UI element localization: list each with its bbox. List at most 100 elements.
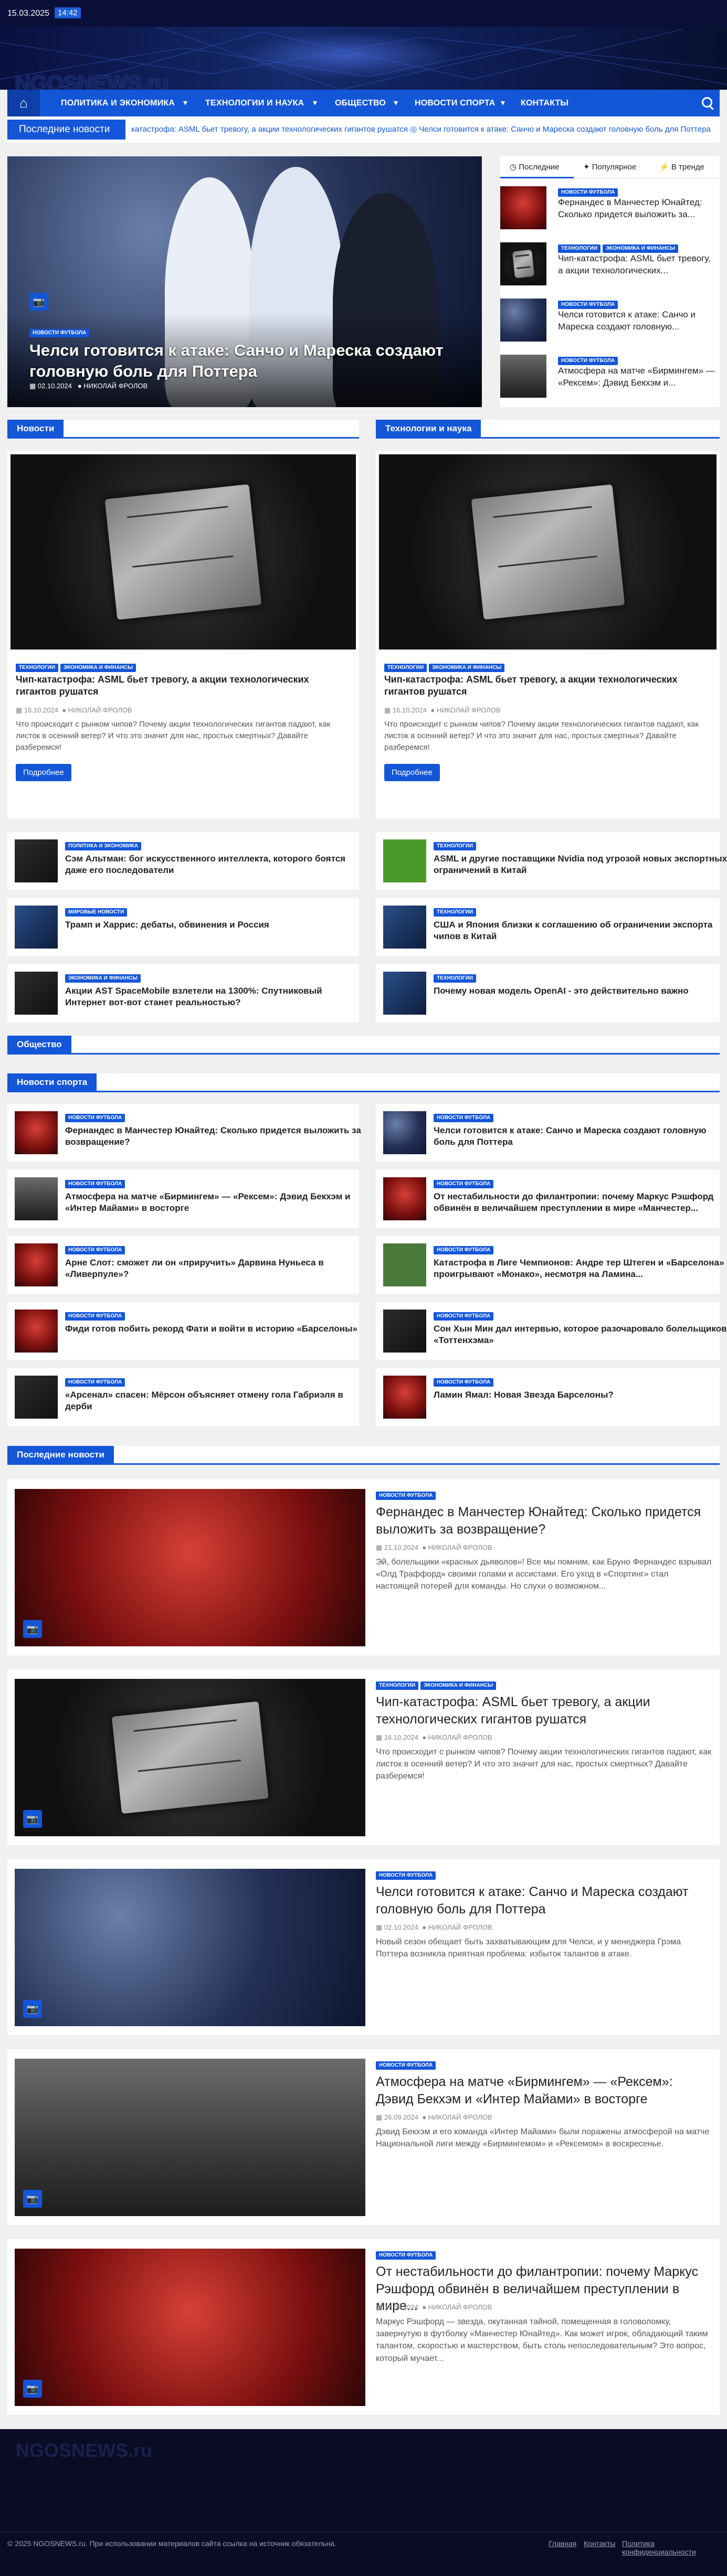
ticker-text[interactable]: катастрофа: ASML бьет тревогу, а акции т… (131, 124, 711, 134)
list-item[interactable]: МИРОВЫЕ НОВОСТИ Трамп и Харрис: дебаты, о… (7, 898, 359, 956)
nav-sport[interactable]: НОВОСТИ СПОРТА (415, 90, 496, 116)
list-item[interactable]: НОВОСТИ ФУТБОЛА Фиди готов побить рекорд … (7, 1302, 359, 1360)
latest-post[interactable]: 📷 НОВОСТИ ФУТБОЛА Атмосфера на матче «Би… (7, 2049, 720, 2225)
post-title[interactable]: США и Япония близки к соглашению об огра… (434, 919, 727, 942)
post-title[interactable]: Атмосфера на матче «Бирмингем» — «Рексем… (558, 365, 715, 389)
category-badge[interactable]: НОВОСТИ ФУТБОЛА (376, 1492, 436, 1500)
post-title[interactable]: Чип-катастрофа: ASML бьет тревогу, а акц… (558, 253, 715, 277)
category-badge[interactable]: МИРОВЫЕ НОВОСТИ (65, 908, 128, 917)
nav-tech[interactable]: ТЕХНОЛОГИИ И НАУКА (205, 90, 304, 116)
read-more-button[interactable]: Подробнее (384, 764, 440, 781)
category-badge[interactable]: НОВОСТИ ФУТБОЛА (434, 1312, 494, 1321)
post-author[interactable]: НИКОЛАЙ ФРОЛОВ (437, 706, 501, 714)
section-title[interactable]: Последние новости (7, 1446, 114, 1463)
nav-politics[interactable]: ПОЛИТИКА И ЭКОНОМИКА (61, 90, 175, 116)
card-title[interactable]: Чип-катастрофа: ASML бьет тревогу, а акц… (16, 674, 352, 698)
post-title[interactable]: Атмосфера на матче «Бирмингем» — «Рексем… (65, 1191, 362, 1214)
list-item[interactable]: ЭКОНОМИКА И ФИНАНСЫ Акции AST SpaceMobile… (7, 964, 359, 1022)
category-badge[interactable]: НОВОСТИ ФУТБОЛА (376, 1871, 436, 1880)
post-author[interactable]: НИКОЛАЙ ФРОЛОВ (428, 2113, 492, 2121)
tab-list-item[interactable]: НОВОСТИ ФУТБОЛА Челси готовится к атаке:… (500, 292, 720, 345)
category-badge[interactable]: НОВОСТИ ФУТБОЛА (434, 1378, 494, 1387)
category-badge[interactable]: НОВОСТИ ФУТБОЛА (434, 1114, 494, 1122)
post-title[interactable]: Атмосфера на матче «Бирмингем» — «Рексем… (376, 2073, 712, 2107)
site-logo[interactable]: NGOSNEWS.ru (15, 71, 168, 90)
post-author[interactable]: НИКОЛАЙ ФРОЛОВ (428, 2303, 492, 2311)
list-item[interactable]: НОВОСТИ ФУТБОЛА Атмосфера на матче «Бирми… (7, 1170, 359, 1228)
list-item[interactable]: НОВОСТИ ФУТБОЛА Арне Слот: сможет ли он «… (7, 1236, 359, 1294)
post-title[interactable]: Челси готовится к атаке: Санчо и Мареска… (434, 1125, 727, 1148)
category-badge[interactable]: ЭКОНОМИКА И ФИНАНСЫ (603, 244, 679, 253)
list-item[interactable]: НОВОСТИ ФУТБОЛА Ламин Ямал: Новая Звезда … (376, 1368, 720, 1426)
category-badge[interactable]: НОВОСТИ ФУТБОЛА (65, 1378, 125, 1387)
post-title[interactable]: Чип-катастрофа: ASML бьет тревогу, а акц… (376, 1694, 712, 1728)
card-title[interactable]: Чип-катастрофа: ASML бьет тревогу, а акц… (384, 674, 720, 698)
latest-post[interactable]: 📷 НОВОСТИ ФУТБОЛА Челси готовится к атак… (7, 1859, 720, 2035)
featured-card[interactable]: ТЕХНОЛОГИИ ЭКОНОМИКА И ФИНАНСЫ Чип-катаст… (376, 451, 720, 818)
category-badge[interactable]: НОВОСТИ ФУТБОЛА (376, 2061, 436, 2070)
post-title[interactable]: «Арсенал» спасен: Мёрсон объясняет отмен… (65, 1389, 362, 1412)
list-item[interactable]: НОВОСТИ ФУТБОЛА «Арсенал» спасен: Мёрсон … (7, 1368, 359, 1426)
hero-title[interactable]: Челси готовится к атаке: Санчо и Мареска… (29, 340, 449, 382)
category-badge[interactable]: ТЕХНОЛОГИИ (434, 842, 477, 850)
list-item[interactable]: ТЕХНОЛОГИИ ASML и другие поставщики Nvidi… (376, 832, 727, 890)
post-author[interactable]: НИКОЛАЙ ФРОЛОВ (83, 382, 147, 390)
nav-contacts[interactable]: КОНТАКТЫ (521, 90, 568, 116)
category-badge[interactable]: НОВОСТИ ФУТБОЛА (65, 1246, 125, 1254)
post-title[interactable]: Сон Хын Мин дал интервью, которое разоча… (434, 1323, 727, 1346)
category-badge[interactable]: НОВОСТИ ФУТБОЛА (376, 2251, 436, 2260)
latest-post[interactable]: 📷 НОВОСТИ ФУТБОЛА Фернандес в Манчестер … (7, 1479, 720, 1655)
home-icon[interactable]: ⌂ (7, 90, 40, 116)
post-title[interactable]: Катастрофа в Лиге Чемпионов: Андре тер Ш… (434, 1257, 727, 1280)
section-title[interactable]: Общество (7, 1036, 71, 1053)
footer-logo[interactable]: NGOSNEWS.ru (16, 2440, 152, 2462)
latest-post[interactable]: 📷 ТЕХНОЛОГИИ ЭКОНОМИКА И ФИНАНСЫ Чип-ката… (7, 1669, 720, 1845)
category-badge[interactable]: ЭКОНОМИКА И ФИНАНСЫ (429, 664, 505, 672)
post-title[interactable]: Арне Слот: сможет ли он «приручить» Дарв… (65, 1257, 362, 1280)
post-title[interactable]: От нестабильности до филантропии: почему… (434, 1191, 727, 1214)
tab-list-item[interactable]: НОВОСТИ ФУТБОЛА Фернандес в Манчестер Юн… (500, 180, 720, 232)
category-badge[interactable]: ТЕХНОЛОГИИ (384, 664, 427, 672)
post-title[interactable]: Почему новая модель OpenAI - это действи… (434, 985, 727, 997)
post-author[interactable]: НИКОЛАЙ ФРОЛОВ (428, 1733, 492, 1741)
footer-link-privacy[interactable]: Политика конфиденциальности (622, 2539, 727, 2556)
post-title[interactable]: Челси готовится к атаке: Санчо и Мареска… (558, 309, 715, 333)
list-item[interactable]: НОВОСТИ ФУТБОЛА Сон Хын Мин дал интервью,… (376, 1302, 726, 1360)
post-title[interactable]: Фернандес в Манчестер Юнайтед: Сколько п… (558, 197, 715, 221)
tab-trending[interactable]: ⚡ В тренде (650, 156, 720, 178)
footer-link-home[interactable]: Главная (549, 2539, 576, 2548)
category-badge[interactable]: НОВОСТИ ФУТБОЛА (434, 1246, 494, 1254)
read-more-button[interactable]: Подробнее (16, 764, 71, 781)
nav-society[interactable]: ОБЩЕСТВО (335, 90, 386, 116)
list-item[interactable]: ТЕХНОЛОГИИ Почему новая модель OpenAI - э… (376, 964, 720, 1022)
post-title[interactable]: Ламин Ямал: Новая Звезда Барселоны? (434, 1389, 727, 1401)
list-item[interactable]: ТЕХНОЛОГИИ США и Япония близки к соглашен… (376, 898, 720, 956)
category-badge[interactable]: ТЕХНОЛОГИИ (558, 244, 601, 253)
post-title[interactable]: Фернандес в Манчестер Юнайтед: Сколько п… (376, 1504, 712, 1538)
post-title[interactable]: Челси готовится к атаке: Санчо и Мареска… (376, 1883, 712, 1918)
post-author[interactable]: НИКОЛАЙ ФРОЛОВ (68, 706, 132, 714)
list-item[interactable]: НОВОСТИ ФУТБОЛА Катастрофа в Лиге Чемпион… (376, 1236, 724, 1294)
list-item[interactable]: НОВОСТИ ФУТБОЛА От нестабильности до фила… (376, 1170, 720, 1228)
hero-post[interactable]: 📷 НОВОСТИ ФУТБОЛА Челси готовится к атак… (7, 156, 482, 407)
category-badge[interactable]: ТЕХНОЛОГИИ (434, 908, 477, 917)
tab-list-item[interactable]: ТЕХНОЛОГИИ ЭКОНОМИКА И ФИНАНСЫ Чип-катаст… (500, 236, 720, 289)
post-title[interactable]: Сэм Альтман: бог искусственного интеллек… (65, 853, 362, 876)
category-badge[interactable]: НОВОСТИ ФУТБОЛА (558, 301, 618, 309)
footer-link-contacts[interactable]: Контакты (584, 2539, 615, 2548)
section-title[interactable]: Новости спорта (7, 1073, 97, 1091)
category-badge[interactable]: НОВОСТИ ФУТБОЛА (65, 1114, 125, 1122)
post-title[interactable]: Трамп и Харрис: дебаты, обвинения и Росс… (65, 919, 362, 931)
featured-card[interactable]: ТЕХНОЛОГИИ ЭКОНОМИКА И ФИНАНСЫ Чип-катаст… (7, 451, 359, 818)
category-badge[interactable]: НОВОСТИ ФУТБОЛА (29, 329, 90, 337)
category-badge[interactable]: ТЕХНОЛОГИИ (376, 1681, 419, 1690)
list-item[interactable]: НОВОСТИ ФУТБОЛА Челси готовится к атаке: … (376, 1104, 720, 1162)
category-badge[interactable]: ПОЛИТИКА И ЭКОНОМИКА (65, 842, 142, 850)
tab-latest[interactable]: ◷ Последние (500, 156, 574, 178)
category-badge[interactable]: ЭКОНОМИКА И ФИНАНСЫ (420, 1681, 497, 1690)
section-title[interactable]: Новости (7, 420, 64, 437)
section-title[interactable]: Технологии и наука (376, 420, 481, 437)
category-badge[interactable]: НОВОСТИ ФУТБОЛА (434, 1180, 494, 1188)
post-author[interactable]: НИКОЛАЙ ФРОЛОВ (428, 1923, 492, 1931)
category-badge[interactable]: ТЕХНОЛОГИИ (434, 974, 477, 983)
